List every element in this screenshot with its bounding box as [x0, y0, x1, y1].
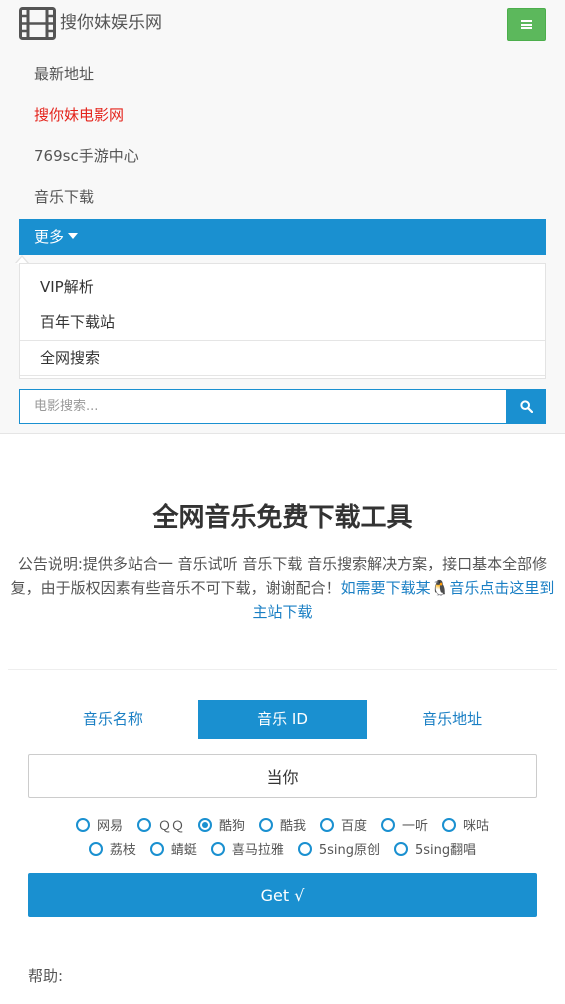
search-mode-tabs: 音乐名称 音乐 ID 音乐地址: [28, 700, 537, 739]
more-dropdown: VIP解析 百年下载站 全网搜索: [19, 263, 546, 379]
source-label: 一听: [402, 819, 429, 834]
source-label: 咪咕: [463, 819, 490, 834]
movie-search-form: [19, 389, 546, 424]
tab-music-id[interactable]: 音乐 ID: [197, 700, 368, 739]
source-radio-kuwo[interactable]: 酷我: [258, 815, 306, 834]
nav-links: 最新地址 搜你妹电影网 769sc手游中心 音乐下载: [19, 54, 546, 218]
nav-link-game-center[interactable]: 769sc手游中心: [19, 136, 546, 177]
source-radio-netease[interactable]: 网易: [75, 815, 123, 834]
get-button[interactable]: Get √: [28, 873, 537, 917]
dropdown-item-download-site[interactable]: 百年下载站: [40, 311, 115, 332]
source-radio-kugou[interactable]: 酷狗: [197, 815, 245, 834]
radio-checked-icon: [197, 817, 212, 832]
radio-icon: [320, 817, 334, 832]
film-strip-icon: [19, 7, 56, 40]
nav-link-movie-site[interactable]: 搜你妹电影网: [19, 95, 546, 136]
source-label: 5sing翻唱: [415, 843, 477, 858]
source-radio-ximalaya[interactable]: 喜马拉雅: [210, 839, 284, 858]
source-radio-qingting[interactable]: 蜻蜓: [149, 839, 197, 858]
radio-icon: [442, 817, 457, 832]
dropdown-divider: [20, 340, 545, 341]
dropdown-divider: [20, 375, 545, 376]
radio-icon: [149, 841, 164, 856]
source-radio-5sing-original[interactable]: 5sing原创: [297, 839, 381, 858]
navbar: 搜你妹娱乐网 最新地址 搜你妹电影网 769sc手游中心 音乐下载 更多 VIP…: [0, 0, 565, 434]
nav-link-latest-address[interactable]: 最新地址: [19, 54, 546, 95]
tab-music-name[interactable]: 音乐名称: [28, 700, 198, 739]
tab-music-url[interactable]: 音乐地址: [367, 700, 537, 739]
notice: 公告说明:提供多站合一 音乐试听 音乐下载 音乐搜索解决方案，接口基本全部修复，…: [8, 552, 557, 624]
nav-link-music-download[interactable]: 音乐下载: [19, 177, 546, 218]
hamburger-icon: [521, 20, 532, 29]
more-menu-button[interactable]: 更多: [19, 219, 546, 255]
source-radio-qq[interactable]: ＱＱ: [136, 815, 184, 834]
source-radio-group-row2: 荔枝 蜻蜓 喜马拉雅 5sing原创 5sing翻唱: [0, 839, 565, 858]
brand[interactable]: 搜你妹娱乐网: [19, 7, 162, 40]
dropdown-item-search-all[interactable]: 全网搜索: [40, 347, 100, 368]
source-radio-lizhi[interactable]: 荔枝: [88, 839, 136, 858]
source-label: 酷我: [279, 819, 306, 834]
source-label: 百度: [341, 819, 368, 834]
more-label: 更多: [34, 228, 65, 246]
help-label: 帮助:: [28, 967, 64, 985]
radio-icon: [258, 817, 273, 832]
caret-down-icon: [68, 233, 79, 239]
source-radio-group-row1: 网易 ＱＱ 酷狗 酷我 百度 一听 咪咕: [0, 815, 565, 834]
source-label: 5sing原创: [318, 843, 381, 858]
radio-icon: [394, 841, 409, 856]
radio-icon: [75, 817, 90, 832]
source-label: 荔枝: [109, 843, 136, 858]
page-title: 全网音乐免费下载工具: [152, 503, 413, 533]
radio-icon: [210, 841, 225, 856]
movie-search-input[interactable]: [19, 389, 506, 424]
radio-icon: [297, 841, 312, 856]
music-query-input[interactable]: [28, 754, 537, 798]
source-label: 网易: [96, 819, 123, 834]
source-radio-1ting[interactable]: 一听: [381, 815, 428, 834]
radio-icon: [381, 817, 396, 832]
search-icon: [519, 400, 533, 413]
brand-name: 搜你妹娱乐网: [60, 13, 162, 33]
source-radio-migu[interactable]: 咪咕: [442, 815, 489, 834]
radio-icon: [88, 841, 103, 856]
radio-icon: [136, 817, 151, 832]
source-radio-5sing-cover[interactable]: 5sing翻唱: [394, 839, 476, 858]
source-label: 喜马拉雅: [231, 843, 284, 858]
menu-toggle-button[interactable]: [507, 8, 546, 41]
divider: [8, 669, 557, 670]
search-button[interactable]: [506, 389, 546, 424]
dropdown-item-vip[interactable]: VIP解析: [40, 276, 94, 297]
source-label: 酷狗: [218, 819, 245, 834]
source-label: 蜻蜓: [170, 843, 197, 858]
source-radio-baidu[interactable]: 百度: [320, 815, 367, 834]
source-label: ＱＱ: [157, 819, 184, 834]
